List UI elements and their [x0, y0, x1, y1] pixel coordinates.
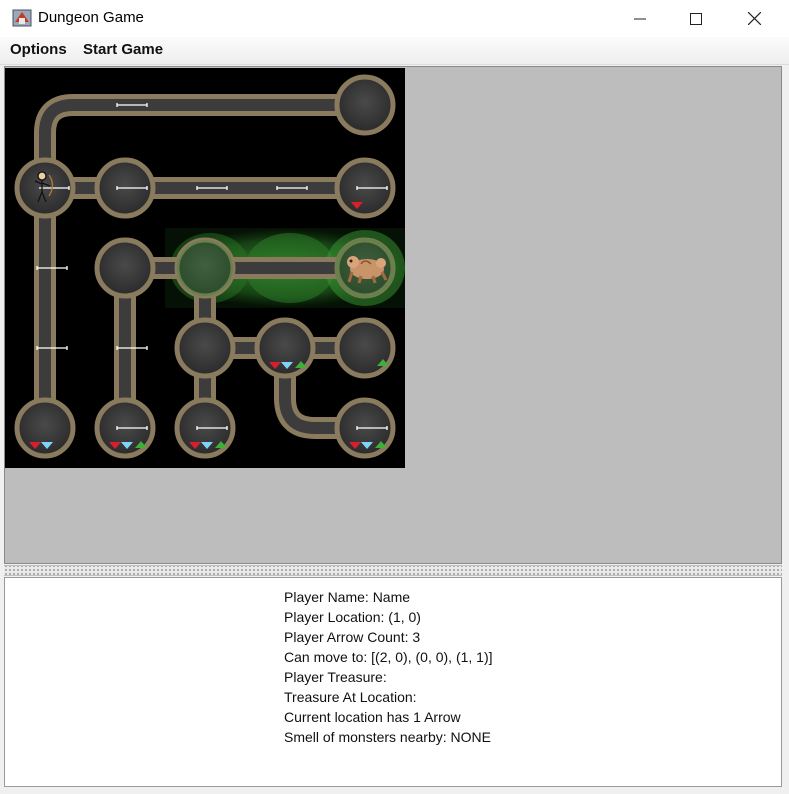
maximize-button[interactable] [667, 0, 725, 37]
cave-4-0 [14, 397, 76, 459]
game-area [4, 66, 782, 564]
maximize-icon [690, 12, 702, 25]
player-location-text: Player Location: (1, 0) [284, 609, 421, 625]
can-move-to-text: Can move to: [(2, 0), (0, 0), (1, 1)] [284, 649, 493, 665]
monster-smell-text: Smell of monsters nearby: NONE [284, 729, 491, 745]
cave-3-2 [174, 317, 236, 379]
info-panel: Player Name: Name Player Location: (1, 0… [4, 577, 782, 787]
close-button[interactable] [725, 0, 783, 37]
menu-start-game[interactable]: Start Game [83, 41, 163, 58]
menu-options[interactable]: Options [10, 41, 67, 58]
split-pane-divider[interactable] [4, 565, 782, 576]
close-icon [747, 12, 761, 25]
window-title: Dungeon Game [38, 9, 144, 26]
player-arrow-count-text: Player Arrow Count: 3 [284, 629, 421, 645]
cave-2-1 [94, 237, 156, 299]
menu-bar: Options Start Game [0, 37, 789, 65]
player-treasure-text: Player Treasure: [284, 669, 387, 685]
minimize-icon [634, 18, 646, 19]
player-info: Player Name: Name Player Location: (1, 0… [284, 587, 493, 747]
app-icon [12, 9, 32, 27]
minimize-button[interactable] [611, 0, 669, 37]
title-bar: Dungeon Game [0, 0, 789, 37]
player-name-text: Player Name: Name [284, 589, 411, 605]
cave-0-4 [334, 74, 396, 136]
location-arrows-text: Current location has 1 Arrow [284, 709, 461, 725]
treasure-at-location-text: Treasure At Location: [284, 689, 417, 705]
cave-3-4 [334, 317, 396, 379]
dungeon-map[interactable] [5, 68, 405, 468]
